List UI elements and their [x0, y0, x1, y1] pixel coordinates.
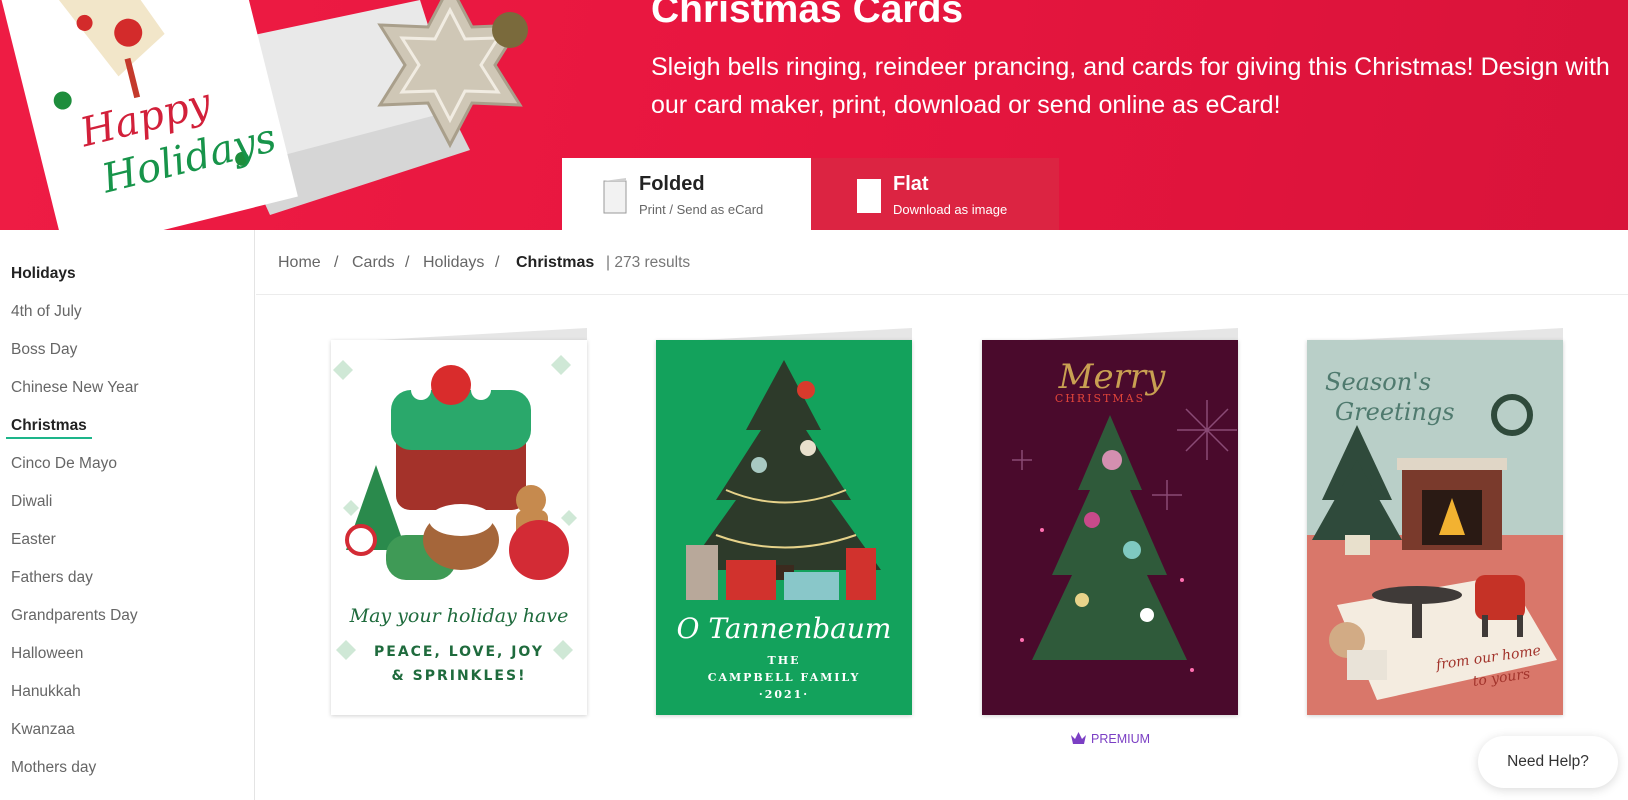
tab-flat-title: Flat [893, 173, 929, 195]
card-sprinkles-line1: May your holiday have [349, 605, 569, 627]
results-count: | 273 results [606, 254, 691, 271]
sidebar-item-fathers-day[interactable]: Fathers day [11, 569, 93, 587]
tab-folded[interactable]: Folded Print / Send as eCard [562, 158, 811, 230]
card-seasons-greetings-art: Season's Greetings from our home to your… [1307, 368, 1563, 715]
hero-banner: Happy Holidays Christmas Cards Sleigh be… [0, 0, 1628, 230]
card-merry-christmas[interactable]: Merry CHRISTMAS [982, 328, 1240, 716]
breadcrumb-separator: / [495, 254, 500, 271]
card-o-tannenbaum[interactable]: O Tannenbaum THE CAMPBELL FAMILY ·2021· [656, 328, 914, 716]
sidebar-item-chinese-new-year[interactable]: Chinese New Year [11, 379, 139, 397]
breadcrumb-separator: / [334, 254, 339, 271]
card-sprinkles-line2: PEACE, LOVE, JOY [374, 644, 544, 660]
sidebar-item-mothers-day[interactable]: Mothers day [11, 759, 96, 777]
sidebar-item-boss-day[interactable]: Boss Day [11, 341, 77, 359]
tab-flat-subtitle: Download as image [893, 202, 1008, 217]
card-o-tannenbaum-line1: O Tannenbaum [677, 612, 892, 645]
hero-promo-image: Happy Holidays [0, 0, 528, 230]
category-sidebar: Holidays 4th of July Boss Day Chinese Ne… [0, 230, 255, 800]
premium-label: PREMIUM [1091, 732, 1151, 746]
breadcrumb-home[interactable]: Home [278, 254, 321, 272]
sidebar-heading: Holidays [11, 265, 76, 282]
sidebar-item-kwanzaa[interactable]: Kwanzaa [11, 721, 75, 739]
card-o-tannenbaum-line4: ·2021· [759, 688, 809, 701]
sidebar-item-halloween[interactable]: Halloween [11, 645, 83, 663]
card-sprinkles-line3: & SPRINKLES! [392, 668, 527, 684]
card-sprinkles-art: May your holiday have PEACE, LOVE, JOY &… [333, 355, 577, 684]
breadcrumb-current: Christmas [516, 254, 595, 271]
card-merry-christmas-line1: Merry [1058, 357, 1166, 397]
breadcrumb: Home / Cards / Holidays / Christmas | 27… [256, 230, 1628, 295]
sidebar-item-4th-of-july[interactable]: 4th of July [11, 303, 82, 321]
tab-folded-subtitle: Print / Send as eCard [639, 202, 764, 217]
card-seasons-greetings-line2: Greetings [1335, 398, 1455, 426]
page-description: Sleigh bells ringing, reindeer prancing,… [651, 53, 1610, 119]
card-sprinkles[interactable]: May your holiday have PEACE, LOVE, JOY &… [331, 328, 589, 716]
card-merry-christmas-art: Merry CHRISTMAS [1012, 357, 1237, 672]
breadcrumb-separator: / [405, 254, 410, 271]
flat-card-icon [857, 179, 881, 213]
folded-card-icon [603, 178, 627, 214]
card-o-tannenbaum-line2: THE [768, 654, 801, 667]
premium-badge: PREMIUM [1070, 731, 1150, 746]
sidebar-item-hanukkah[interactable]: Hanukkah [11, 683, 81, 701]
active-category-underline [6, 437, 92, 439]
card-merry-christmas-line2: CHRISTMAS [1055, 392, 1145, 405]
card-o-tannenbaum-line3: CAMPBELL FAMILY [708, 671, 861, 684]
page-title: Christmas Cards [651, 0, 964, 31]
sidebar-item-diwali[interactable]: Diwali [11, 493, 52, 511]
sidebar-item-christmas[interactable]: Christmas [11, 417, 87, 435]
breadcrumb-holidays[interactable]: Holidays [423, 254, 484, 272]
crown-icon [1071, 732, 1086, 744]
sidebar-item-cinco-de-mayo[interactable]: Cinco De Mayo [11, 455, 117, 473]
tab-folded-title: Folded [639, 173, 705, 195]
tab-flat[interactable]: Flat Download as image [811, 158, 1059, 230]
breadcrumb-cards[interactable]: Cards [352, 254, 395, 272]
sidebar-item-easter[interactable]: Easter [11, 531, 56, 549]
card-seasons-greetings[interactable]: Season's Greetings from our home to your… [1307, 328, 1565, 716]
sidebar-item-grandparents-day[interactable]: Grandparents Day [11, 607, 138, 625]
card-o-tannenbaum-art: O Tannenbaum THE CAMPBELL FAMILY ·2021· [677, 360, 892, 701]
card-seasons-greetings-line1: Season's [1325, 368, 1431, 396]
need-help-button[interactable]: Need Help? [1478, 736, 1618, 788]
